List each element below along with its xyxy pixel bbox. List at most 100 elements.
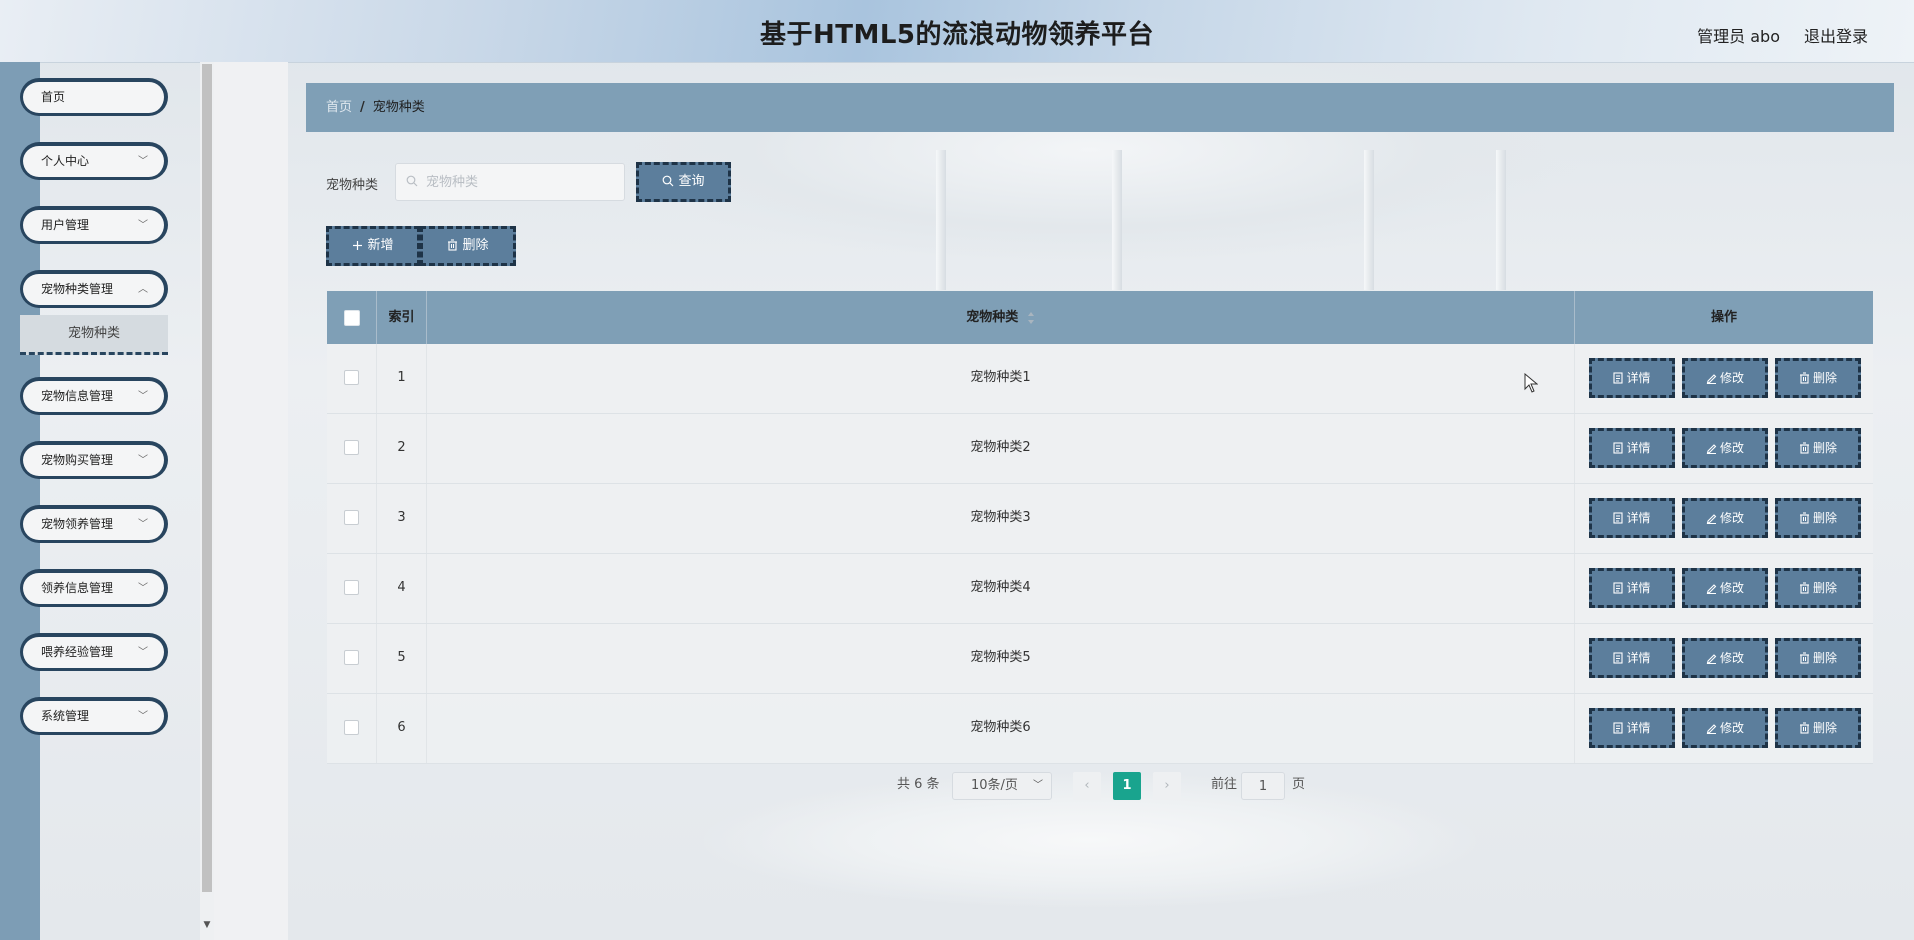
chevron-down-icon: ﹀ <box>138 519 148 530</box>
table-row: 4 宠物种类4 详情 修改 删除 <box>327 554 1873 624</box>
query-button[interactable]: 查询 <box>636 162 731 202</box>
document-icon <box>1613 442 1624 454</box>
breadcrumb-home-link[interactable]: 首页 <box>326 100 352 115</box>
prev-page-button[interactable]: ‹ <box>1073 772 1101 800</box>
row-edit-button[interactable]: 修改 <box>1682 568 1768 608</box>
app-title: 基于HTML5的流浪动物领养平台 <box>759 20 1155 50</box>
next-page-button[interactable]: › <box>1153 772 1181 800</box>
row-index: 5 <box>377 624 427 693</box>
row-edit-label: 修改 <box>1719 721 1744 735</box>
row-ops-cell: 详情 修改 删除 <box>1575 624 1873 693</box>
row-index: 3 <box>377 484 427 553</box>
table-row: 6 宠物种类6 详情 修改 删除 <box>327 694 1873 764</box>
sidebar-item-label: 个人中心 <box>41 154 90 168</box>
row-delete-button[interactable]: 删除 <box>1775 708 1861 748</box>
sidebar-item-pet-type-management[interactable]: 宠物种类管理 ︿ <box>20 270 168 308</box>
page-size-select[interactable]: 10条/页 ﹀ <box>952 772 1052 800</box>
row-edit-button[interactable]: 修改 <box>1682 498 1768 538</box>
row-edit-button[interactable]: 修改 <box>1682 358 1768 398</box>
row-checkbox[interactable] <box>344 650 359 665</box>
row-detail-button[interactable]: 详情 <box>1589 498 1675 538</box>
breadcrumb-separator: / <box>360 100 365 115</box>
row-detail-button[interactable]: 详情 <box>1589 708 1675 748</box>
row-index: 6 <box>377 694 427 763</box>
logout-link[interactable]: 退出登录 <box>1804 23 1868 47</box>
row-edit-button[interactable]: 修改 <box>1682 708 1768 748</box>
sidebar-item-adoption-info-management[interactable]: 领养信息管理 ﹀ <box>20 569 168 607</box>
sidebar-item-label: 系统管理 <box>41 709 90 723</box>
table-row: 1 宠物种类1 详情 修改 删除 <box>327 344 1873 414</box>
sidebar-item-feeding-experience-management[interactable]: 喂养经验管理 ﹀ <box>20 633 168 671</box>
row-checkbox[interactable] <box>344 580 359 595</box>
row-detail-label: 详情 <box>1626 651 1651 665</box>
row-delete-button[interactable]: 删除 <box>1775 358 1861 398</box>
row-edit-label: 修改 <box>1719 371 1744 385</box>
sidebar-item-pet-adoption-management[interactable]: 宠物领养管理 ﹀ <box>20 505 168 543</box>
search-icon <box>663 175 674 187</box>
sidebar-item-system-management[interactable]: 系统管理 ﹀ <box>20 697 168 735</box>
scroll-down-icon[interactable]: ▼ <box>202 920 212 932</box>
table-row: 2 宠物种类2 详情 修改 删除 <box>327 414 1873 484</box>
table-header: 索引 宠物种类 操作 <box>327 291 1873 344</box>
sidebar-item-user-management[interactable]: 用户管理 ﹀ <box>20 206 168 244</box>
sidebar-item-pet-info-management[interactable]: 宠物信息管理 ﹀ <box>20 377 168 415</box>
trash-icon <box>1799 512 1809 524</box>
row-delete-label: 删除 <box>1812 371 1837 385</box>
row-detail-button[interactable]: 详情 <box>1589 568 1675 608</box>
row-delete-button[interactable]: 删除 <box>1775 428 1861 468</box>
sidebar-item-personal-center[interactable]: 个人中心 ﹀ <box>20 142 168 180</box>
row-check-cell <box>327 414 377 483</box>
row-pet-type: 宠物种类1 <box>427 344 1575 413</box>
row-detail-label: 详情 <box>1626 371 1651 385</box>
row-checkbox[interactable] <box>344 370 359 385</box>
trash-icon <box>1799 652 1809 664</box>
row-delete-label: 删除 <box>1812 651 1837 665</box>
sidebar-item-pet-purchase-management[interactable]: 宠物购买管理 ﹀ <box>20 441 168 479</box>
edit-icon <box>1706 514 1717 524</box>
goto-page-input[interactable] <box>1241 772 1285 800</box>
row-edit-button[interactable]: 修改 <box>1682 638 1768 678</box>
row-pet-type: 宠物种类2 <box>427 414 1575 483</box>
sort-icon[interactable] <box>1027 311 1035 325</box>
row-delete-button[interactable]: 删除 <box>1775 638 1861 678</box>
row-detail-button[interactable]: 详情 <box>1589 428 1675 468</box>
row-detail-button[interactable]: 详情 <box>1589 358 1675 398</box>
row-delete-button[interactable]: 删除 <box>1775 568 1861 608</box>
edit-icon <box>1706 724 1717 734</box>
row-ops-cell: 详情 修改 删除 <box>1575 554 1873 623</box>
header-select-all-cell <box>327 291 377 344</box>
row-delete-button[interactable]: 删除 <box>1775 498 1861 538</box>
header-pet-type-label: 宠物种类 <box>966 310 1019 325</box>
header-ops: 操作 <box>1710 310 1737 325</box>
row-detail-button[interactable]: 详情 <box>1589 638 1675 678</box>
sidebar-item-home[interactable]: 首页 <box>20 78 168 116</box>
row-check-cell <box>327 344 377 413</box>
select-all-checkbox[interactable] <box>343 309 360 326</box>
trash-icon <box>1799 442 1809 454</box>
chevron-down-icon: ﹀ <box>138 455 148 466</box>
header-pet-type[interactable]: 宠物种类 <box>427 291 1575 344</box>
pagination-total: 共 6 条 <box>897 777 940 792</box>
bulk-delete-button[interactable]: 删除 <box>420 226 516 266</box>
search-input[interactable] <box>395 163 625 201</box>
sidebar-scrollbar-thumb[interactable] <box>202 64 212 892</box>
row-check-cell <box>327 484 377 553</box>
sidebar-item-label: 宠物信息管理 <box>41 389 114 403</box>
sidebar-item-label: 用户管理 <box>41 218 90 232</box>
row-checkbox[interactable] <box>344 720 359 735</box>
background-pillar <box>1112 150 1122 290</box>
row-delete-label: 删除 <box>1812 581 1837 595</box>
edit-icon <box>1706 654 1717 664</box>
submenu-item-pet-type[interactable]: 宠物种类 <box>20 315 168 355</box>
row-edit-label: 修改 <box>1719 441 1744 455</box>
row-checkbox[interactable] <box>344 440 359 455</box>
row-checkbox[interactable] <box>344 510 359 525</box>
page-1-button[interactable]: 1 <box>1113 772 1141 800</box>
add-button[interactable]: 新增 <box>326 226 420 266</box>
chevron-down-icon: ﹀ <box>138 647 148 658</box>
row-edit-button[interactable]: 修改 <box>1682 428 1768 468</box>
row-index: 1 <box>377 344 427 413</box>
document-icon <box>1613 372 1624 384</box>
sidebar-item-label: 首页 <box>41 90 66 104</box>
document-icon <box>1613 512 1624 524</box>
